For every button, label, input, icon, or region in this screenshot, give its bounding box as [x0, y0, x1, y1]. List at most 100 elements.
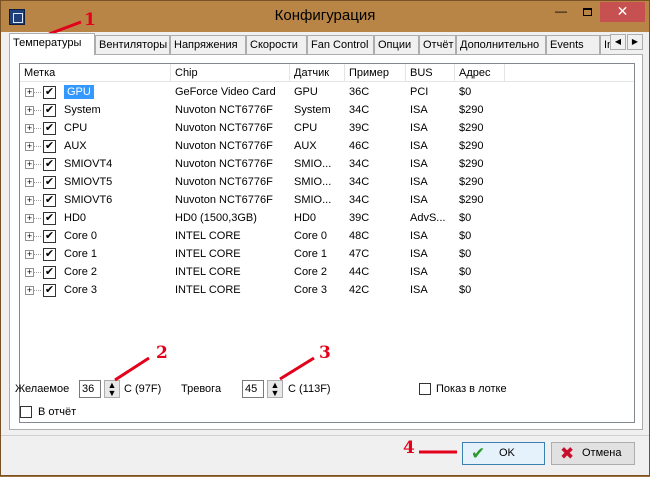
- sensor-label: Core 1: [64, 248, 98, 260]
- column-header[interactable]: Адрес: [455, 64, 505, 82]
- expand-plus-icon[interactable]: +: [25, 124, 34, 133]
- tab-1[interactable]: Температуры: [9, 33, 95, 55]
- title-bar[interactable]: Конфигурация — ✕: [1, 1, 649, 32]
- table-row[interactable]: + ✔ GPU GeForce Video Card GPU 36C PCI $0: [20, 83, 634, 101]
- expand-plus-icon[interactable]: +: [25, 160, 34, 169]
- sensor-checkbox[interactable]: ✔: [43, 158, 56, 171]
- annotation-number-3: 3: [319, 343, 331, 363]
- close-button[interactable]: ✕: [600, 2, 645, 22]
- cell-sensor: AUX: [294, 140, 317, 152]
- tab-5[interactable]: Fan Control: [307, 35, 374, 55]
- tab-8[interactable]: Дополнительно: [456, 35, 546, 55]
- desired-input[interactable]: 36: [79, 380, 101, 398]
- sensor-checkbox[interactable]: ✔: [43, 140, 56, 153]
- cancel-button-label: Отмена: [582, 447, 622, 459]
- tab-3[interactable]: Напряжения: [170, 35, 246, 55]
- table-row[interactable]: + ✔ System Nuvoton NCT6776F System 34C ISA $290: [20, 101, 634, 119]
- table-row[interactable]: + ✔ SMIOVT5 Nuvoton NCT6776F SMIO... 34C ISA $2…: [20, 173, 634, 191]
- tab-scroll-left-button[interactable]: ◀: [610, 34, 626, 50]
- ok-button[interactable]: ✔ OK: [462, 442, 545, 465]
- cell-chip: Nuvoton NCT6776F: [175, 122, 273, 134]
- expand-plus-icon[interactable]: +: [25, 214, 34, 223]
- table-row[interactable]: + ✔ Core 0 INTEL CORE Core 0 48C ISA $0: [20, 227, 634, 245]
- cell-bus: ISA: [410, 284, 428, 296]
- table-row[interactable]: + ✔ SMIOVT4 Nuvoton NCT6776F SMIO... 34C ISA $2…: [20, 155, 634, 173]
- cell-label: Core 0: [60, 227, 97, 245]
- sensor-checkbox[interactable]: ✔: [43, 212, 56, 225]
- tray-label: Показ в лотке: [436, 383, 507, 395]
- tray-checkbox[interactable]: [419, 383, 431, 395]
- tree-connector: [34, 92, 41, 93]
- column-header[interactable]: Датчик: [290, 64, 345, 82]
- tree-connector: [34, 146, 41, 147]
- sensor-checkbox[interactable]: ✔: [43, 194, 56, 207]
- sensor-checkbox[interactable]: ✔: [43, 104, 56, 117]
- tree-connector: [34, 272, 41, 273]
- maximize-button[interactable]: [574, 2, 600, 22]
- tree-connector: [34, 236, 41, 237]
- cell-sensor: Core 2: [294, 266, 328, 278]
- report-checkbox[interactable]: [20, 406, 32, 418]
- configuration-window: Конфигурация — ✕ Температуры Вентиляторы Н…: [0, 0, 650, 476]
- sensor-checkbox[interactable]: ✔: [43, 284, 56, 297]
- sensor-label: CPU: [64, 122, 88, 134]
- table-row[interactable]: + ✔ SMIOVT6 Nuvoton NCT6776F SMIO... 34C ISA $2…: [20, 191, 634, 209]
- minimize-icon: —: [555, 4, 567, 18]
- column-header[interactable]: Chip: [171, 64, 290, 82]
- tab-2[interactable]: Вентиляторы: [95, 35, 170, 55]
- sensor-checkbox[interactable]: ✔: [43, 230, 56, 243]
- tree-connector: [34, 110, 41, 111]
- column-header[interactable]: Пример: [345, 64, 406, 82]
- expand-plus-icon[interactable]: +: [25, 250, 34, 259]
- expand-plus-icon[interactable]: +: [25, 196, 34, 205]
- sensor-label: SMIOVT6: [64, 194, 113, 206]
- sensor-list[interactable]: Метка Chip Датчик Пример BUS Адрес + ✔ GPU GeFor…: [19, 63, 635, 423]
- tree-connector: [34, 254, 41, 255]
- cell-bus: ISA: [410, 194, 428, 206]
- sensor-checkbox[interactable]: ✔: [43, 122, 56, 135]
- cell-bus: AdvS...: [410, 212, 446, 224]
- cell-bus: ISA: [410, 176, 428, 188]
- table-row[interactable]: + ✔ Core 1 INTEL CORE Core 1 47C ISA $0: [20, 245, 634, 263]
- table-row[interactable]: + ✔ CPU Nuvoton NCT6776F CPU 39C ISA $290: [20, 119, 634, 137]
- cell-bus: ISA: [410, 104, 428, 116]
- tab-6[interactable]: Опции: [374, 35, 419, 55]
- tree-connector: [34, 290, 41, 291]
- cell-chip: Nuvoton NCT6776F: [175, 104, 273, 116]
- minimize-button[interactable]: —: [548, 2, 574, 22]
- cell-sample: 44C: [349, 266, 370, 278]
- column-header[interactable]: Метка: [20, 64, 171, 82]
- expand-plus-icon[interactable]: +: [25, 106, 34, 115]
- cell-label: Core 1: [60, 245, 97, 263]
- tab-scroll-right-button[interactable]: ▶: [627, 34, 643, 50]
- alarm-input[interactable]: 45: [242, 380, 264, 398]
- expand-plus-icon[interactable]: +: [25, 88, 34, 97]
- expand-plus-icon[interactable]: +: [25, 268, 34, 277]
- table-row[interactable]: + ✔ AUX Nuvoton NCT6776F AUX 46C ISA $290: [20, 137, 634, 155]
- cancel-button[interactable]: ✖ Отмена: [551, 442, 635, 465]
- table-row[interactable]: + ✔ HD0 HD0 (1500,3GB) HD0 39C AdvS... $0: [20, 209, 634, 227]
- cell-sensor: SMIO...: [294, 194, 332, 206]
- table-row[interactable]: + ✔ Core 2 INTEL CORE Core 2 44C ISA $0: [20, 263, 634, 281]
- tab-7[interactable]: Отчёт: [419, 35, 456, 55]
- expand-plus-icon[interactable]: +: [25, 286, 34, 295]
- expand-plus-icon[interactable]: +: [25, 142, 34, 151]
- sensor-checkbox[interactable]: ✔: [43, 248, 56, 261]
- cell-chip: Nuvoton NCT6776F: [175, 140, 273, 152]
- tab-9[interactable]: Events: [546, 35, 600, 55]
- sensor-checkbox[interactable]: ✔: [43, 266, 56, 279]
- expand-plus-icon[interactable]: +: [25, 232, 34, 241]
- tab-4[interactable]: Скорости: [246, 35, 307, 55]
- column-header[interactable]: BUS: [406, 64, 455, 82]
- alarm-stepper[interactable]: ▲ ▼: [267, 380, 283, 398]
- ok-button-label: OK: [499, 447, 515, 459]
- expand-plus-icon[interactable]: +: [25, 178, 34, 187]
- table-row[interactable]: + ✔ Core 3 INTEL CORE Core 3 42C ISA $0: [20, 281, 634, 299]
- cell-sample: 34C: [349, 194, 370, 206]
- cell-address: $290: [459, 140, 484, 152]
- sensor-checkbox[interactable]: ✔: [43, 176, 56, 189]
- cell-address: $290: [459, 158, 484, 170]
- cell-address: $0: [459, 266, 472, 278]
- sensor-checkbox[interactable]: ✔: [43, 86, 56, 99]
- desired-stepper[interactable]: ▲ ▼: [104, 380, 120, 398]
